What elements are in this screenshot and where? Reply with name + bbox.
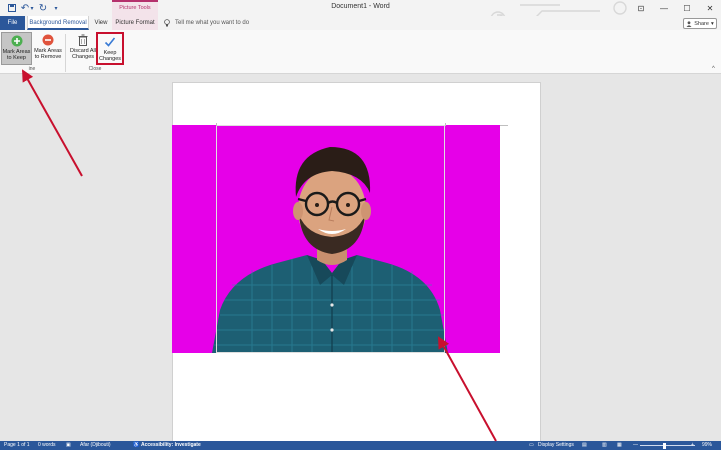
status-bar: Page 1 of 1 0 words ▣ Afar (Djibouti) ♿ … bbox=[0, 441, 721, 450]
accessibility-icon: ♿ bbox=[133, 442, 140, 448]
mark-keep-line2: to Keep bbox=[7, 55, 26, 61]
discard-line2: Changes bbox=[71, 54, 95, 60]
ribbon-display-options-icon[interactable]: ⊡ bbox=[630, 0, 652, 16]
minimize-button[interactable]: — bbox=[653, 0, 675, 16]
maximize-button[interactable]: ☐ bbox=[676, 0, 698, 16]
keep-area-selection-marquee[interactable] bbox=[216, 125, 445, 353]
document-canvas bbox=[0, 75, 721, 448]
group-label-refine: ine bbox=[28, 66, 36, 72]
mark-areas-to-keep-button[interactable]: Mark Areas to Keep bbox=[1, 32, 32, 65]
focus-mode-icon[interactable]: ▤ bbox=[582, 442, 587, 449]
discard-all-changes-button[interactable]: Discard All Changes bbox=[68, 32, 98, 65]
status-language[interactable]: Afar (Djibouti) bbox=[80, 442, 111, 449]
plus-pencil-icon bbox=[11, 35, 23, 47]
picture-tools-label: Picture Tools bbox=[112, 0, 158, 16]
close-button[interactable]: ✕ bbox=[699, 0, 721, 16]
trash-icon bbox=[77, 34, 89, 46]
ribbon-tabs: File Background Removal View Picture For… bbox=[0, 16, 721, 30]
share-label: Share bbox=[694, 20, 709, 27]
person-icon bbox=[686, 20, 692, 27]
print-layout-icon[interactable]: ▦ bbox=[617, 442, 622, 449]
save-icon[interactable] bbox=[6, 1, 18, 15]
tab-picture-format[interactable]: Picture Format bbox=[112, 16, 158, 30]
zoom-level[interactable]: 99% bbox=[702, 442, 712, 449]
title-bar: ↶ ▾ ↻ ▾ Picture Tools Document1 - Word ⊡… bbox=[0, 0, 721, 27]
marquee-handle-top-right[interactable] bbox=[445, 123, 446, 126]
status-display-settings[interactable]: Display Settings bbox=[538, 442, 574, 449]
keep-changes-line2: Changes bbox=[98, 56, 122, 62]
zoom-slider-thumb[interactable] bbox=[663, 443, 666, 449]
minus-pencil-icon bbox=[42, 34, 54, 46]
status-word-count[interactable]: 0 words bbox=[38, 442, 56, 449]
zoom-in-button[interactable]: + bbox=[691, 442, 694, 449]
redo-icon[interactable]: ↻ bbox=[38, 1, 48, 15]
mark-areas-to-remove-button[interactable]: Mark Areas to Remove bbox=[33, 32, 63, 65]
collapse-ribbon-icon[interactable]: ^ bbox=[712, 66, 715, 72]
tell-me-placeholder: Tell me what you want to do bbox=[175, 20, 250, 26]
proofing-icon[interactable]: ▣ bbox=[66, 442, 71, 449]
undo-dropdown-icon[interactable]: ▾ bbox=[29, 1, 35, 15]
status-accessibility[interactable]: Accessibility: Investigate bbox=[141, 442, 201, 449]
zoom-slider[interactable] bbox=[640, 445, 695, 446]
keep-changes-button[interactable]: Keep Changes bbox=[96, 32, 124, 65]
tab-background-removal[interactable]: Background Removal bbox=[27, 16, 89, 30]
tab-file[interactable]: File bbox=[0, 16, 25, 30]
picture-handle-right[interactable] bbox=[500, 125, 508, 126]
tab-view[interactable]: View bbox=[90, 16, 112, 30]
display-settings-icon: ▭ bbox=[529, 442, 534, 448]
read-mode-icon[interactable]: ▥ bbox=[602, 442, 607, 449]
zoom-out-button[interactable]: — bbox=[633, 442, 638, 449]
customize-quick-access-icon[interactable]: ▾ bbox=[52, 1, 60, 15]
share-dropdown-icon: ▾ bbox=[710, 20, 714, 27]
lightbulb-icon bbox=[164, 19, 170, 27]
share-button[interactable]: Share ▾ bbox=[683, 18, 717, 29]
marquee-handle-top-left[interactable] bbox=[216, 123, 217, 126]
status-page-count[interactable]: Page 1 of 1 bbox=[4, 442, 30, 449]
mark-remove-line2: to Remove bbox=[34, 54, 62, 60]
tell-me-search[interactable]: Tell me what you want to do bbox=[164, 16, 249, 30]
group-label-close: Close bbox=[88, 66, 102, 72]
checkmark-icon bbox=[104, 36, 116, 48]
ribbon: Mark Areas to Keep Mark Areas to Remove … bbox=[0, 30, 721, 74]
